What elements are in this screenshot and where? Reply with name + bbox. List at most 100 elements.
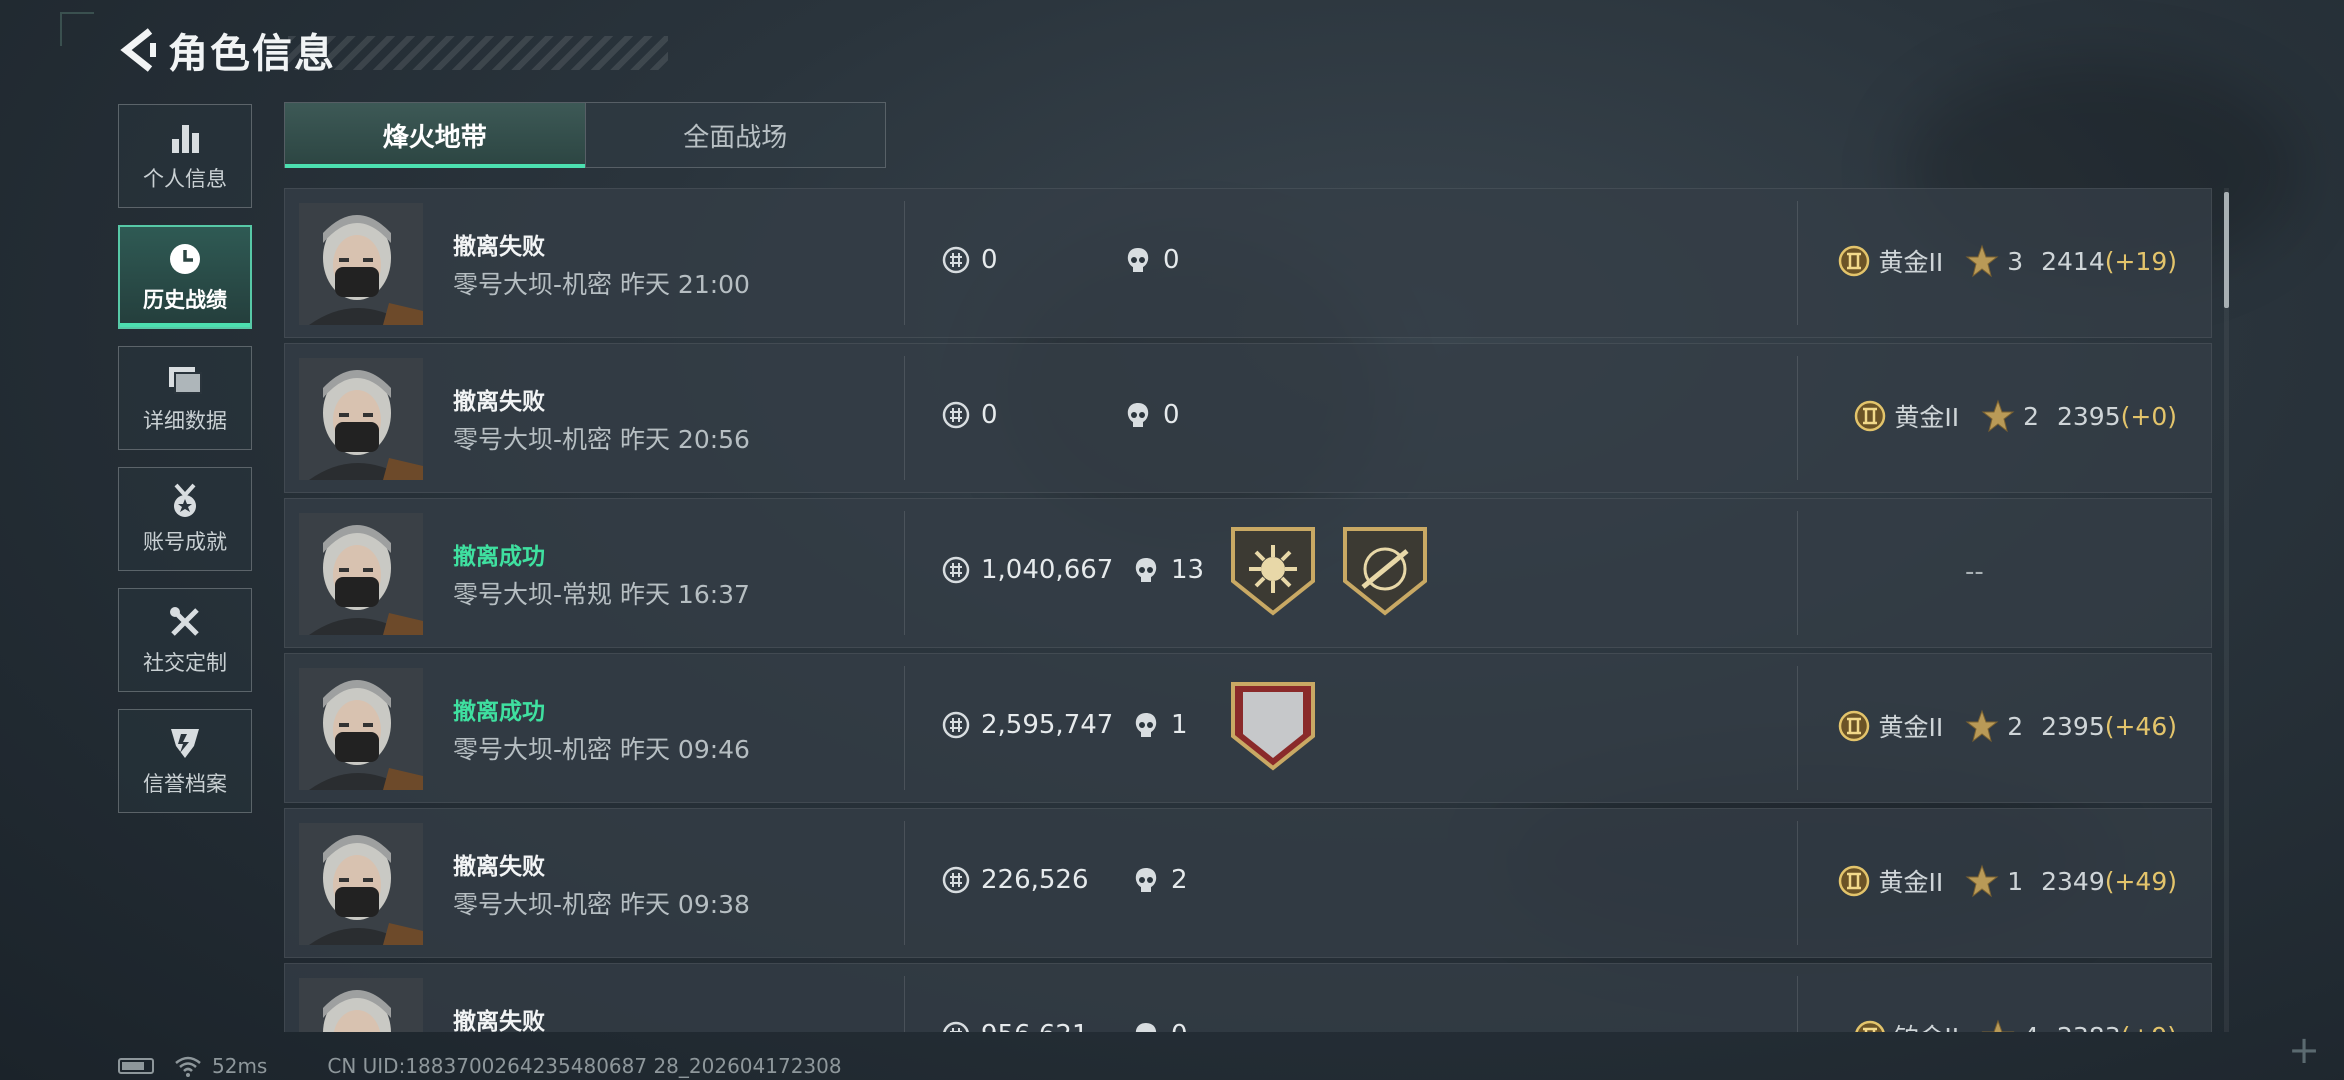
shield-badge-icon	[166, 724, 204, 762]
loot-value-stat: 1,040,667	[941, 555, 1113, 585]
match-record-row[interactable]: 撤离失败零号大坝-机密 昨天 20:56 0 0 黄金II 2 2395 (+0)	[284, 343, 2212, 493]
sidebar-item-label: 信誉档案	[143, 772, 227, 796]
kill-count: 13	[1171, 555, 1205, 585]
match-record-row[interactable]: 撤离失败 零号大坝-机密 昨天 09:38 226,526 2 黄金II 1 2349 (+4…	[284, 808, 2212, 958]
status-footer: 52ms CN UID:1883700264235480687 28_20260…	[118, 1054, 842, 1078]
loot-value: 1,040,667	[981, 555, 1114, 585]
match-record-row[interactable]: 撤离失败 零号大坝-机密 昨天 21:00 0 0 黄金II 3 2414 (+19)	[284, 188, 2212, 338]
rank-name: 铂金II	[1894, 1018, 1959, 1032]
skull-icon	[1123, 245, 1153, 275]
coin-icon	[941, 400, 971, 430]
battery-icon	[118, 1058, 154, 1074]
loot-value-stat: 0	[941, 245, 998, 275]
kill-count: 0	[1163, 400, 1180, 430]
skull-icon	[1123, 400, 1153, 430]
rank-score: 2414	[2041, 246, 2105, 276]
title-stripes	[288, 36, 668, 70]
extraction-result: 撤离成功	[453, 544, 545, 570]
avatar	[299, 823, 423, 945]
sidebar-item-credit[interactable]: 信誉档案	[118, 709, 252, 813]
star-icon	[1965, 709, 1999, 743]
coin-icon	[941, 555, 971, 585]
skull-icon	[1131, 865, 1161, 895]
divider	[904, 666, 905, 790]
loot-value-stat: 956,621	[941, 1020, 1089, 1032]
extraction-result: 撤离失败	[453, 854, 545, 880]
divider	[1797, 201, 1798, 325]
sidebar-item-label: 详细数据	[143, 409, 227, 433]
loot-value-stat: 226,526	[941, 865, 1089, 895]
loot-value: 0	[981, 245, 998, 275]
red-plate-badge-icon[interactable]	[1229, 680, 1317, 772]
extraction-result: 撤离成功	[453, 699, 545, 725]
match-history-list[interactable]: 撤离失败 零号大坝-机密 昨天 21:00 0 0 黄金II 3 2414 (+19) 撤离失败…	[284, 188, 2212, 1032]
star-icon	[1965, 244, 1999, 278]
tab-warzone[interactable]: 烽火地带	[285, 103, 585, 168]
divider	[1797, 821, 1798, 945]
divider	[904, 356, 905, 480]
sidebar-item-label: 社交定制	[143, 651, 227, 675]
score-delta: (+49)	[2104, 866, 2177, 896]
crosshair-badge-icon[interactable]	[1341, 525, 1429, 617]
tab-full-battlefield[interactable]: 全面战场	[584, 103, 886, 167]
extraction-result: 撤离失败	[453, 234, 545, 260]
divider	[904, 201, 905, 325]
rank-name: 黄金II	[1878, 713, 1944, 742]
bar-chart-icon	[166, 119, 204, 157]
rank-info: 黄金II 2 2395 (+0)	[1854, 398, 2177, 434]
kills-stat: 0	[1123, 245, 1180, 275]
star-icon	[1981, 399, 2015, 433]
match-record-row[interactable]: 撤离成功 零号大坝-常规 昨天 16:37 1,040,667 13 --	[284, 498, 2212, 648]
back-button[interactable]	[118, 25, 160, 75]
map-and-time: 零号大坝-机密 昨天 20:56	[453, 425, 750, 454]
kills-stat: 0	[1131, 1020, 1188, 1032]
kills-stat: 0	[1123, 400, 1180, 430]
map-and-time: 零号大坝-机密 昨天 09:46	[453, 735, 750, 764]
sidebar: 个人信息 历史战绩 详细数据 账号成就 社交定制 信誉档案	[118, 104, 254, 830]
star-icon	[1981, 1019, 2015, 1032]
divider	[1797, 356, 1798, 480]
sidebar-item-personal-info[interactable]: 个人信息	[118, 104, 252, 208]
sidebar-item-history[interactable]: 历史战绩	[118, 225, 252, 329]
score-delta: (+46)	[2104, 711, 2177, 741]
match-record-row[interactable]: 撤离失败 956,621 0 铂金II 4 2383(+9)	[284, 963, 2212, 1032]
rank-info: 铂金II 4 2383(+9)	[1854, 1018, 2177, 1032]
sidebar-item-achievements[interactable]: 账号成就	[118, 467, 252, 571]
achievement-badges	[1229, 680, 1317, 772]
avatar	[299, 978, 423, 1032]
corner-decoration	[60, 12, 94, 46]
sun-badge-icon[interactable]	[1229, 525, 1317, 617]
map-and-time: 零号大坝-常规 昨天 16:37	[453, 580, 750, 609]
coin-icon	[941, 1020, 971, 1032]
score-delta: (+19)	[2104, 246, 2177, 276]
rank-score: 2395	[2041, 711, 2105, 741]
kill-count: 0	[1171, 1020, 1188, 1032]
star-count: 1	[2007, 866, 2024, 896]
wifi-icon	[175, 1056, 201, 1077]
coin-icon	[941, 245, 971, 275]
kills-stat: 13	[1131, 555, 1204, 585]
map-and-time: 零号大坝-机密 昨天 21:00	[453, 270, 750, 299]
achievement-badges	[1229, 525, 1429, 617]
sidebar-item-detailed-data[interactable]: 详细数据	[118, 346, 252, 450]
ping-text: 52ms	[212, 1054, 268, 1078]
extraction-result: 撤离失败	[453, 389, 545, 415]
rank-icon	[1838, 865, 1870, 897]
folders-icon	[166, 361, 204, 399]
star-count: 4	[2023, 1022, 2039, 1033]
divider	[904, 511, 905, 635]
loot-value: 956,621	[981, 1020, 1089, 1032]
rank-icon	[1854, 1020, 1886, 1032]
kills-stat: 2	[1131, 865, 1188, 895]
avatar	[299, 513, 423, 635]
rank-icon	[1838, 710, 1870, 742]
avatar	[299, 358, 423, 480]
sidebar-item-label: 个人信息	[143, 167, 227, 191]
match-record-row[interactable]: 撤离成功 零号大坝-机密 昨天 09:46 2,595,747 1 黄金II 2 2395(…	[284, 653, 2212, 803]
scrollbar[interactable]	[2224, 188, 2229, 1032]
star-count: 2	[2023, 401, 2039, 431]
scroll-thumb[interactable]	[2224, 192, 2229, 308]
skull-icon	[1131, 555, 1161, 585]
sidebar-item-social[interactable]: 社交定制	[118, 588, 252, 692]
loot-value: 0	[981, 400, 998, 430]
